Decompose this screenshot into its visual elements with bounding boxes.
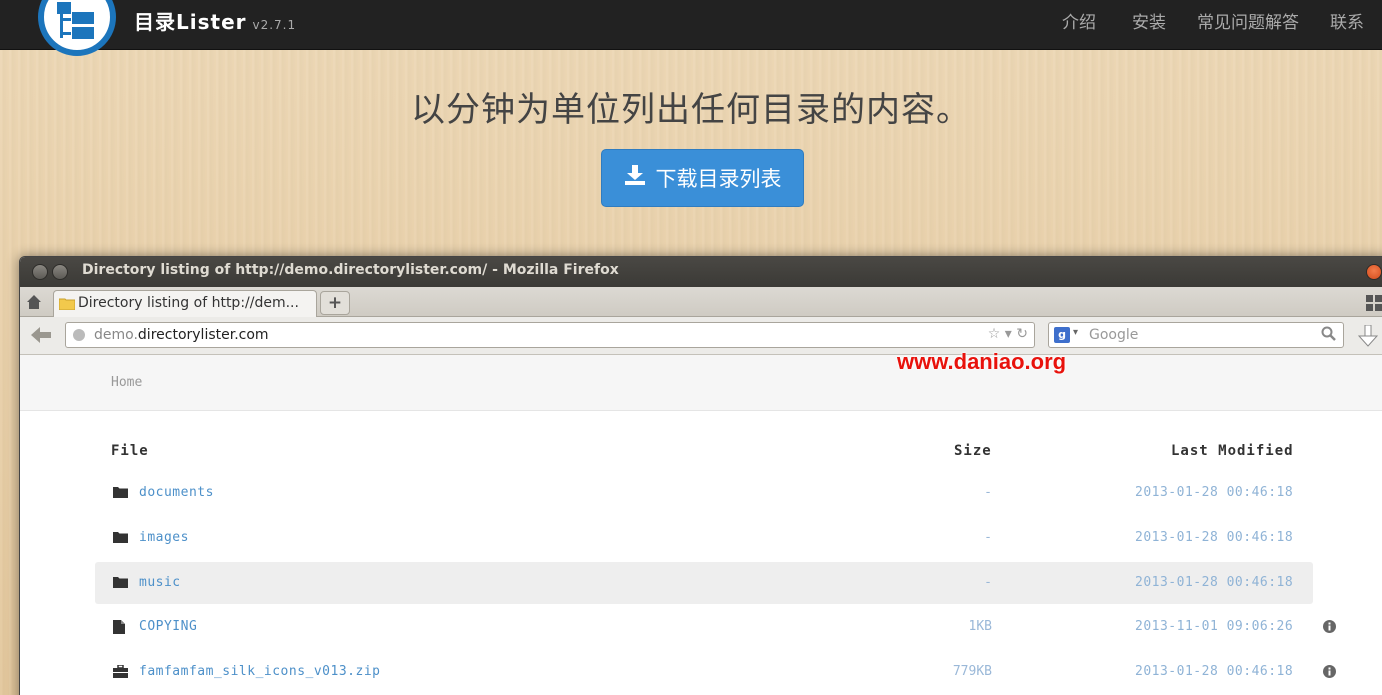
browser-toolbar: demo.directorylister.com ☆ ▾ ↻ g ▾ Googl… xyxy=(20,317,1382,355)
window-title: Directory listing of http://demo.directo… xyxy=(82,262,619,278)
file-size: - xyxy=(984,530,992,545)
tab-directory-listing[interactable]: Directory listing of http://dem... xyxy=(53,290,317,317)
brand-name: 目录Lister xyxy=(134,10,247,34)
file-name[interactable]: music xyxy=(139,575,181,590)
window-close-icon[interactable] xyxy=(32,264,48,280)
bookmark-star-icon[interactable]: ☆ xyxy=(988,326,1001,342)
folder-icon xyxy=(113,487,128,498)
watermark: www.daniao.org xyxy=(897,349,1067,374)
directory-tree-icon xyxy=(57,2,94,39)
nav-link-faq[interactable]: 常见问题解答 xyxy=(1184,8,1312,33)
column-header-file[interactable]: File xyxy=(111,443,149,459)
search-placeholder: Google xyxy=(1089,327,1139,343)
version-label: v2.7.1 xyxy=(252,18,297,32)
logo[interactable] xyxy=(38,0,116,56)
window-titlebar: Directory listing of http://demo.directo… xyxy=(20,257,1382,287)
nav-link-install[interactable]: 安装 xyxy=(1114,8,1184,33)
table-row[interactable]: documents - 2013-01-28 00:46:18 xyxy=(95,472,1313,514)
folder-icon xyxy=(113,577,128,588)
archive-icon xyxy=(113,665,128,678)
file-icon xyxy=(113,620,125,634)
file-size: 779KB xyxy=(952,664,992,679)
file-name[interactable]: famfamfam_silk_icons_v013.zip xyxy=(139,664,380,679)
search-box[interactable]: g ▾ Google xyxy=(1048,322,1344,348)
nav-link-intro[interactable]: 介绍 xyxy=(1044,8,1114,33)
firefox-window: Directory listing of http://demo.directo… xyxy=(19,256,1382,695)
file-modified: 2013-01-28 00:46:18 xyxy=(1135,485,1294,500)
file-name[interactable]: images xyxy=(139,530,189,545)
file-name[interactable]: documents xyxy=(139,485,214,500)
tab-title: Directory listing of http://dem... xyxy=(78,295,299,311)
new-tab-button[interactable]: + xyxy=(320,291,350,315)
globe-icon xyxy=(73,329,85,341)
brand-title[interactable]: 目录Lister v2.7.1 xyxy=(134,6,296,35)
nav-links: 介绍 安装 常见问题解答 联系 xyxy=(1044,8,1382,33)
download-label: 下载目录列表 xyxy=(655,167,782,191)
nav-link-contact[interactable]: 联系 xyxy=(1312,8,1382,33)
breadcrumb-home[interactable]: Home xyxy=(111,375,142,390)
tab-groups-icon[interactable] xyxy=(1366,295,1382,311)
file-name[interactable]: COPYING xyxy=(139,619,197,634)
file-modified: 2013-01-28 00:46:18 xyxy=(1135,530,1294,545)
download-icon xyxy=(624,165,645,185)
url-bar[interactable]: demo.directorylister.com ☆ ▾ ↻ xyxy=(65,322,1035,348)
reload-icon[interactable]: ↻ xyxy=(1016,326,1028,342)
file-size: - xyxy=(984,485,992,500)
breadcrumb-bar: Home xyxy=(20,355,1382,411)
table-row[interactable]: music - 2013-01-28 00:46:18 xyxy=(95,562,1313,604)
download-button[interactable]: 下载目录列表 xyxy=(601,149,804,207)
folder-icon xyxy=(113,532,128,543)
column-header-size[interactable]: Size xyxy=(954,443,992,459)
folder-icon xyxy=(59,298,75,310)
url-prefix: demo. xyxy=(94,327,138,343)
tab-bar: Directory listing of http://dem... + xyxy=(20,287,1382,317)
url-actions: ☆ ▾ ↻ xyxy=(988,326,1028,342)
file-modified: 2013-01-28 00:46:18 xyxy=(1135,664,1294,679)
info-icon[interactable] xyxy=(1323,665,1336,678)
file-size: - xyxy=(984,575,992,590)
directory-listing-page: Home File Size Last Modified documents -… xyxy=(20,355,1382,695)
downloads-icon[interactable] xyxy=(1358,325,1378,347)
search-icon[interactable] xyxy=(1321,326,1337,342)
google-icon[interactable]: g xyxy=(1054,327,1070,343)
info-icon[interactable] xyxy=(1323,620,1336,633)
table-row[interactable]: famfamfam_silk_icons_v013.zip 779KB 2013… xyxy=(95,651,1336,693)
dropdown-caret-icon[interactable]: ▾ xyxy=(1005,326,1012,342)
file-modified: 2013-11-01 09:06:26 xyxy=(1135,619,1294,634)
file-modified: 2013-01-28 00:46:18 xyxy=(1135,575,1294,590)
table-row[interactable]: COPYING 1KB 2013-11-01 09:06:26 xyxy=(95,606,1336,648)
search-engine-caret-icon[interactable]: ▾ xyxy=(1073,327,1078,338)
table-row[interactable]: images - 2013-01-28 00:46:18 xyxy=(95,517,1313,559)
column-header-modified[interactable]: Last Modified xyxy=(1171,443,1294,459)
top-navbar: 目录Lister v2.7.1 介绍 安装 常见问题解答 联系 xyxy=(0,0,1382,56)
file-size: 1KB xyxy=(968,619,992,634)
back-arrow-icon[interactable] xyxy=(31,327,51,343)
window-minimize-icon[interactable] xyxy=(52,264,68,280)
window-maximize-icon[interactable] xyxy=(1366,264,1382,280)
hero-title: 以分钟为单位列出任何目录的内容。 xyxy=(411,90,971,130)
home-icon[interactable] xyxy=(26,294,42,310)
url-domain: directorylister.com xyxy=(137,327,269,343)
